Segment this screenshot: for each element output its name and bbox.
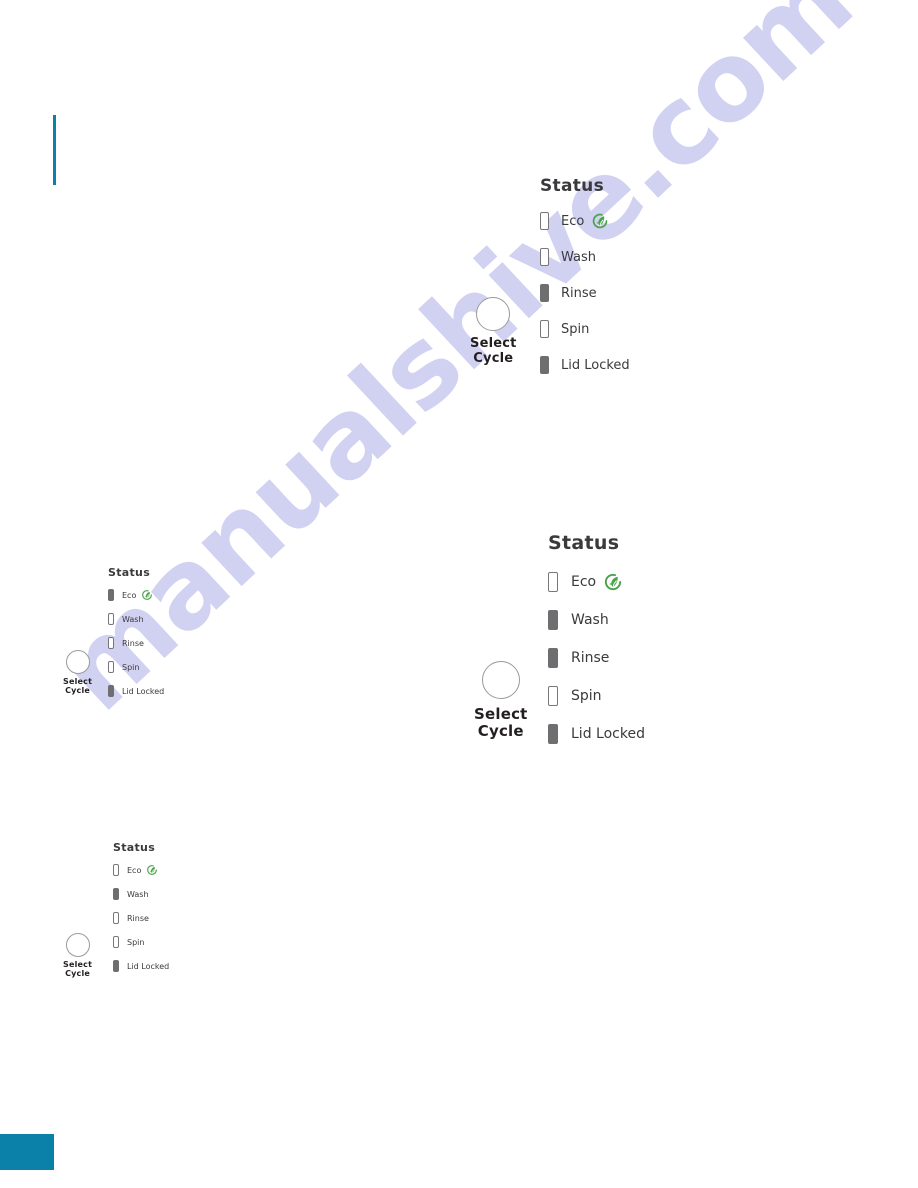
- status-led-indicator: [540, 356, 549, 374]
- teal-vertical-rule: [53, 115, 56, 185]
- status-title: Status: [548, 532, 620, 554]
- status-led-indicator: [548, 724, 558, 744]
- status-led-indicator: [548, 648, 558, 668]
- status-row-label: Rinse: [571, 650, 610, 666]
- status-indicator-group: Status Eco Wash Rinse Spin Lid Locked: [548, 532, 645, 760]
- status-led-indicator: [540, 284, 549, 302]
- status-led-indicator: [113, 960, 119, 972]
- status-row-label: Eco: [127, 865, 142, 875]
- status-row: Rinse: [548, 646, 645, 670]
- status-title: Status: [113, 841, 156, 854]
- status-led-indicator: [548, 610, 558, 630]
- status-row-label: Wash: [561, 249, 597, 265]
- status-row: Rinse: [108, 636, 164, 650]
- select-cycle-knob[interactable]: [481, 661, 520, 699]
- status-row: Eco: [108, 588, 164, 602]
- select-cycle-label-line2: Cycle: [477, 721, 524, 740]
- status-led-indicator: [113, 912, 119, 924]
- status-row-label: Spin: [561, 321, 590, 337]
- status-row: Lid Locked: [548, 722, 645, 746]
- manual-page: manualshive.com Select Cycle Status Eco Wash…: [0, 0, 918, 1188]
- status-led-indicator: [108, 661, 114, 673]
- status-led-indicator: [113, 936, 119, 948]
- status-row: Lid Locked: [540, 354, 630, 376]
- status-led-indicator: [540, 320, 549, 338]
- select-cycle-label-line1: Select: [470, 336, 517, 351]
- status-row-label: Wash: [122, 614, 144, 624]
- teal-corner-block: [0, 1134, 54, 1170]
- select-cycle-control[interactable]: Select Cycle: [63, 933, 92, 979]
- status-row: Rinse: [540, 282, 630, 304]
- status-led-indicator: [540, 212, 549, 230]
- status-led-indicator: [548, 686, 558, 706]
- status-row-label: Eco: [571, 574, 597, 590]
- eco-leaf-icon: [603, 572, 623, 592]
- status-row-label: Eco: [122, 590, 137, 600]
- status-indicator-group: Status Eco Wash Rinse Spin Lid Locked: [108, 566, 164, 708]
- status-row-label: Lid Locked: [561, 357, 630, 373]
- status-led-indicator: [108, 589, 114, 601]
- status-row-label: Spin: [127, 937, 145, 947]
- status-row: Eco: [113, 863, 169, 877]
- eco-leaf-icon: [591, 212, 609, 230]
- status-row-label: Rinse: [122, 638, 144, 648]
- status-row: Lid Locked: [108, 684, 164, 698]
- status-row-label: Wash: [127, 889, 149, 899]
- status-title: Status: [540, 176, 604, 196]
- status-row-label: Spin: [571, 688, 602, 704]
- status-led-indicator: [108, 637, 114, 649]
- select-cycle-control[interactable]: Select Cycle: [63, 650, 92, 696]
- status-row-label: Lid Locked: [127, 961, 170, 971]
- select-cycle-label-line2: Cycle: [65, 968, 91, 978]
- select-cycle-label-line2: Cycle: [65, 685, 91, 695]
- status-row-label: Rinse: [127, 913, 149, 923]
- select-cycle-knob[interactable]: [476, 297, 511, 331]
- status-row: Spin: [113, 935, 169, 949]
- status-title: Status: [108, 566, 151, 579]
- select-cycle-control[interactable]: Select Cycle: [470, 297, 517, 366]
- status-row: Eco: [548, 570, 645, 594]
- status-led-indicator: [113, 864, 119, 876]
- status-row: Wash: [108, 612, 164, 626]
- status-row-label: Lid Locked: [122, 686, 165, 696]
- status-row: Rinse: [113, 911, 169, 925]
- status-row: Eco: [540, 210, 630, 232]
- select-cycle-label-line2: Cycle: [473, 350, 514, 366]
- status-row: Wash: [548, 608, 645, 632]
- status-row: Spin: [540, 318, 630, 340]
- status-row: Wash: [540, 246, 630, 268]
- status-row: Spin: [548, 684, 645, 708]
- select-cycle-control[interactable]: Select Cycle: [474, 661, 528, 740]
- status-indicator-group: Status Eco Wash Rinse Spin Lid Locked: [113, 841, 169, 983]
- status-row-label: Spin: [122, 662, 140, 672]
- status-row-label: Eco: [561, 213, 585, 229]
- status-led-indicator: [108, 685, 114, 697]
- status-row-label: Rinse: [561, 285, 597, 301]
- status-led-indicator: [113, 888, 119, 900]
- status-row-label: Lid Locked: [571, 726, 645, 742]
- status-row: Lid Locked: [113, 959, 169, 973]
- status-led-indicator: [548, 572, 558, 592]
- status-row-label: Wash: [571, 612, 609, 628]
- select-cycle-label-line1: Select: [474, 705, 528, 723]
- status-row: Spin: [108, 660, 164, 674]
- select-cycle-knob[interactable]: [65, 933, 90, 957]
- status-row: Wash: [113, 887, 169, 901]
- status-led-indicator: [108, 613, 114, 625]
- select-cycle-knob[interactable]: [65, 650, 90, 674]
- status-led-indicator: [540, 248, 549, 266]
- eco-leaf-icon: [141, 589, 153, 601]
- eco-leaf-icon: [146, 864, 158, 876]
- status-indicator-group: Status Eco Wash Rinse Spin Lid Locked: [540, 176, 630, 390]
